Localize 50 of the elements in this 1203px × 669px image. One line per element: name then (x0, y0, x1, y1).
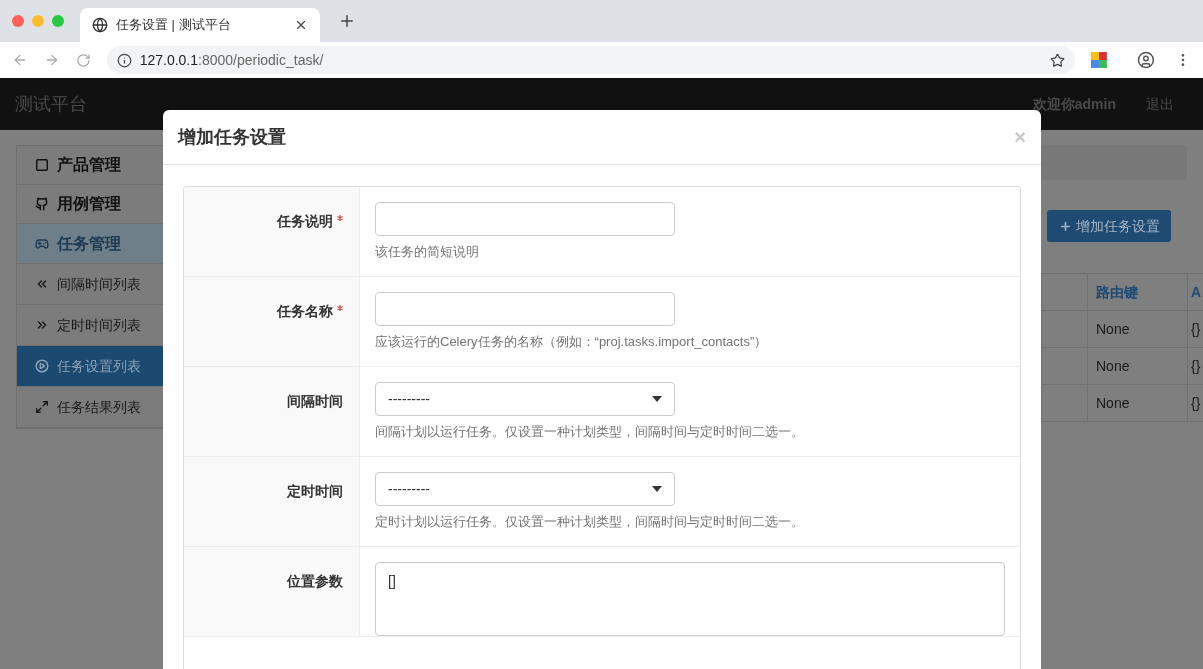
add-task-button[interactable]: 增加任务设置 (1047, 210, 1171, 242)
plus-icon (1058, 219, 1072, 233)
gamepad-icon (35, 236, 49, 251)
expand-icon (35, 400, 49, 414)
double-left-icon (35, 277, 49, 291)
field-label: 定时时间 (287, 482, 343, 501)
select-field[interactable]: --------- (375, 382, 675, 416)
info-icon (116, 52, 132, 68)
field-label: 任务说明 (277, 212, 333, 231)
modal-title: 增加任务设置 (178, 125, 286, 149)
textarea-field[interactable]: [] (375, 562, 1005, 636)
help-text: 间隔计划以运行任务。仅设置一种计划类型，间隔时间与定时时间二选一。 (375, 423, 805, 441)
close-icon[interactable] (294, 18, 308, 32)
bookmark-star-icon[interactable] (1050, 52, 1066, 68)
table-cell: None (1087, 348, 1187, 384)
back-icon[interactable] (12, 52, 28, 68)
maximize-window-icon[interactable] (52, 15, 64, 27)
github-cat-icon (35, 197, 49, 211)
table-cell: None (1087, 311, 1187, 347)
column-header: A (1187, 274, 1203, 310)
profile-icon[interactable] (1137, 51, 1156, 69)
field-label: 任务名称 (277, 302, 333, 321)
minimize-window-icon[interactable] (32, 15, 44, 27)
column-header: 路由键 (1087, 274, 1187, 310)
field-label: 间隔时间 (287, 392, 343, 411)
select-field[interactable]: --------- (375, 472, 675, 506)
help-text: 该任务的简短说明 (375, 243, 480, 261)
play-circle-icon (35, 359, 49, 373)
text-input[interactable] (375, 292, 675, 326)
help-text: 应该运行的Celery任务的名称（例如：“proj.tasks.import_contacts”） (375, 333, 769, 351)
url-text: 127.0.0.1:8000/periodic_task/ (139, 50, 325, 70)
address-bar[interactable]: 127.0.0.1:8000/periodic_task/ (106, 46, 1076, 74)
close-window-icon[interactable] (12, 15, 24, 27)
table-cell: {} (1187, 348, 1203, 384)
square-icon (35, 158, 49, 172)
text-input[interactable] (375, 202, 675, 236)
reload-icon[interactable] (75, 52, 91, 68)
table-cell: {} (1187, 385, 1203, 421)
caret-icon (652, 486, 662, 492)
caret-icon (652, 396, 662, 402)
browser-tab[interactable]: 任务设置 | 测试平台 (80, 8, 320, 42)
globe-icon (92, 17, 108, 33)
welcome-text: 欢迎你admin (1032, 94, 1116, 114)
new-tab-icon[interactable] (338, 12, 356, 30)
field-label: 位置参数 (287, 572, 343, 591)
extension-icon[interactable] (1091, 52, 1108, 68)
table-cell: {} (1187, 311, 1203, 347)
help-text: 定时计划以运行任务。仅设置一种计划类型，间隔时间与定时时间二选一。 (375, 513, 805, 531)
table-cell: None (1087, 385, 1187, 421)
double-right-icon (35, 318, 49, 332)
